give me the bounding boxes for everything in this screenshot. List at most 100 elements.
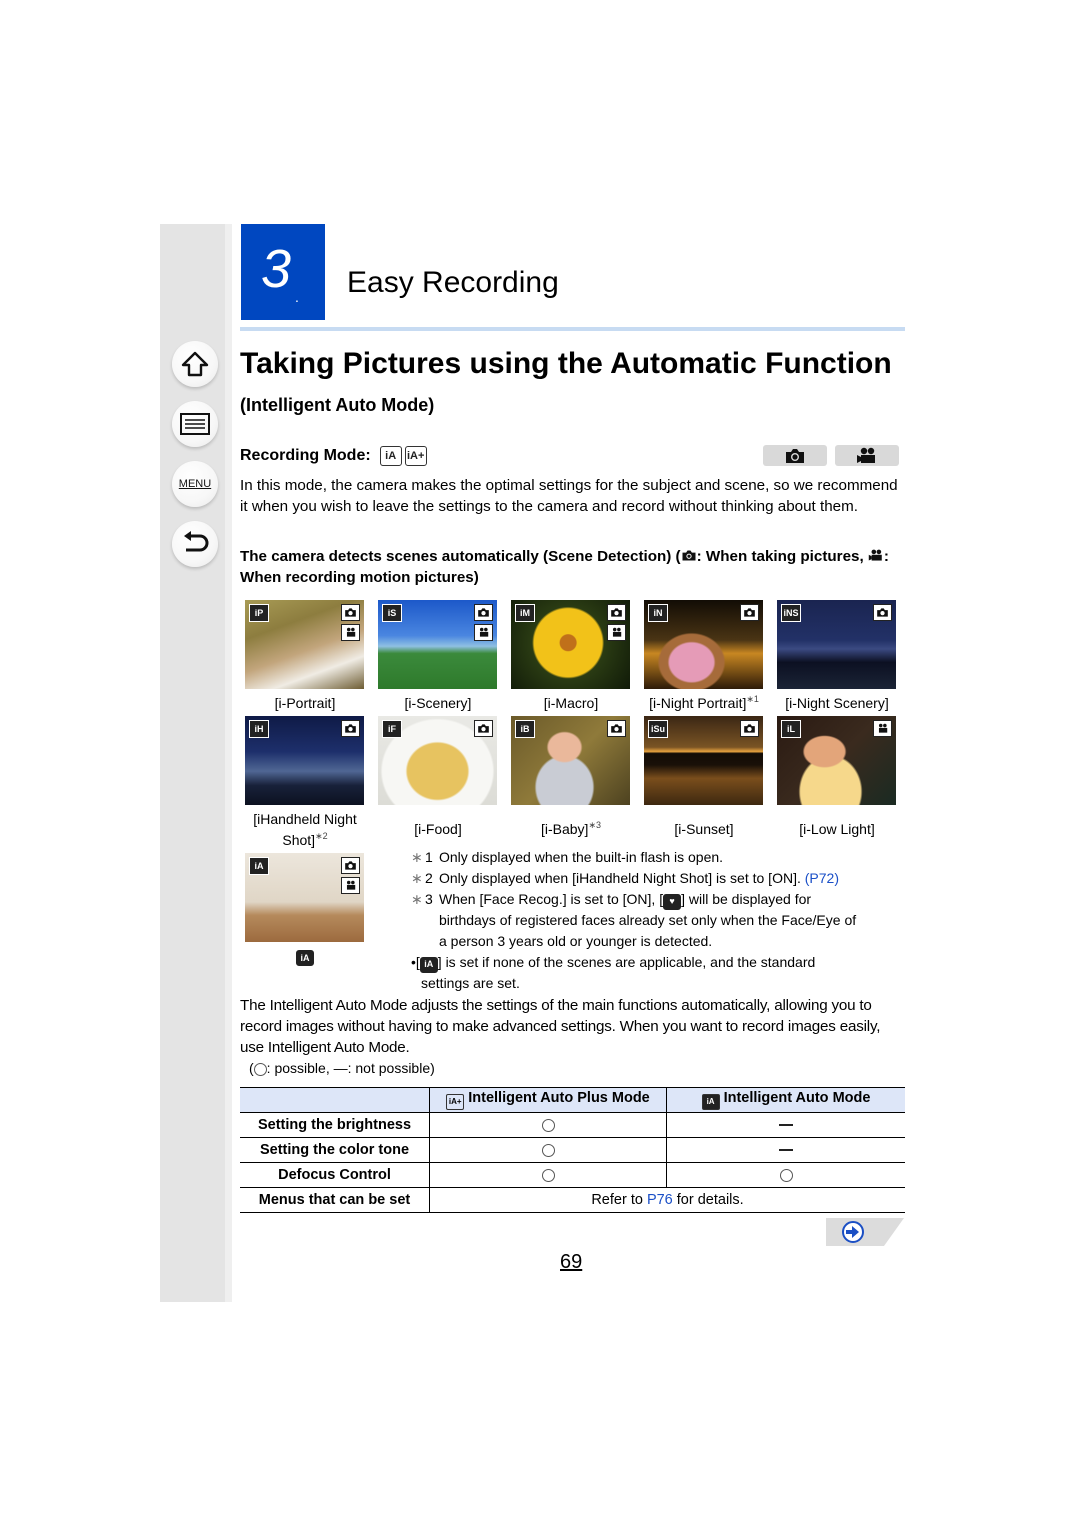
possible-circle-icon: [779, 1168, 793, 1182]
camera-icon: [474, 720, 493, 737]
possible-circle-icon: [253, 1062, 267, 1076]
note-text: a person 3 years old or younger is detec…: [439, 933, 713, 949]
not-possible-dash-icon: [779, 1124, 793, 1127]
camera-icon: [740, 604, 759, 621]
camera-icon: [873, 604, 892, 621]
cell-not-possible: [666, 1112, 905, 1138]
birthday-icon: ♥: [663, 893, 682, 910]
page-subtitle: (Intelligent Auto Mode): [240, 395, 435, 415]
table-row: Setting the brightness: [240, 1112, 905, 1138]
note-text: birthdays of registered faces already se…: [439, 912, 857, 928]
caption-text: [i-Night Portrait]: [649, 695, 747, 711]
camera-icon: [341, 604, 360, 621]
scene-portrait: iP [i-Portrait]: [245, 600, 365, 713]
table-header-auto: iA Intelligent Auto Mode: [666, 1087, 905, 1113]
back-button[interactable]: [172, 521, 218, 567]
page-number: 69: [560, 1251, 583, 1273]
chapter-number: 3: [261, 239, 292, 299]
page-link-p72[interactable]: (P72): [805, 870, 839, 886]
food-photo: iF: [378, 716, 497, 805]
movie-camera-icon: [341, 624, 360, 641]
scene-food: iF [i-Food]: [378, 716, 498, 839]
possible-circle-icon: [541, 1118, 555, 1132]
next-page-button[interactable]: [826, 1218, 906, 1246]
scene-caption: [i-Sunset]: [674, 821, 734, 837]
contents-button[interactable]: [172, 401, 218, 447]
not-possible-dash-icon: —: [333, 1060, 348, 1076]
scene-caption: [i-Night Scenery]: [785, 695, 889, 711]
intelligent-auto-plus-icon: iA+: [446, 1093, 465, 1110]
list-icon: [180, 413, 210, 435]
night-scenery-photo: iNS: [777, 600, 896, 689]
intro-paragraph: In this mode, the camera makes the optim…: [240, 477, 898, 515]
scene-intelligent-auto: iA iA: [245, 853, 365, 966]
sidebar: MENU: [160, 224, 232, 1302]
photo-mode-tab[interactable]: [763, 445, 827, 466]
footnotes: ∗ 1 Only displayed when the built-in flas…: [411, 847, 911, 994]
chapter-badge: 3 .: [241, 224, 325, 320]
scene-intelligent-auto-icon: iA: [249, 857, 269, 875]
next-page-tab: [826, 1218, 904, 1246]
movie-mode-tab[interactable]: [835, 445, 899, 466]
menu-label: MENU: [178, 478, 212, 490]
note-number: 1: [425, 849, 433, 865]
page-title: Taking Pictures using the Automatic Func…: [240, 347, 892, 380]
scene-night-portrait: iN [i-Night Portrait]∗1: [644, 600, 764, 713]
cell-possible: [429, 1112, 667, 1138]
scene-food-icon: iF: [382, 720, 402, 738]
intelligent-auto-plus-icon: iA+: [404, 446, 427, 466]
chapter-title: Easy Recording: [347, 266, 559, 299]
scene-caption: [i-Scenery]: [404, 695, 472, 711]
footnote-ref: ∗3: [588, 820, 601, 830]
table-header-empty: [240, 1087, 430, 1113]
mode-comparison-table: iA+ Intelligent Auto Plus Mode iA Intellig…: [240, 1087, 905, 1213]
note-number: 3: [425, 891, 433, 907]
cell-possible: [429, 1162, 667, 1188]
camera-icon: [341, 857, 360, 874]
movie-camera-icon: [873, 720, 892, 737]
night-portrait-photo: iN: [644, 600, 763, 689]
movie-camera-icon: [474, 624, 493, 641]
scene-low-light: iL [i-Low Light]: [777, 716, 897, 839]
scene-baby-icon: iB: [515, 720, 535, 738]
possible-circle-icon: [541, 1143, 555, 1157]
row-label: Defocus Control: [240, 1162, 430, 1188]
intelligent-auto-icon: iA: [701, 1093, 720, 1110]
note-text: ] is set if none of the scenes are appli…: [437, 954, 816, 970]
note-text: When [Face Recog.] is set to [ON], [: [439, 891, 664, 907]
baby-photo: iB: [511, 716, 630, 805]
home-button[interactable]: [172, 341, 218, 387]
chapter-divider: [240, 327, 905, 331]
scene-scenery: iS [i-Scenery]: [378, 600, 498, 713]
note-text: settings are set.: [421, 975, 520, 991]
footnote-3: ∗ 3 When [Face Recog.] is set to [ON], [♥…: [411, 889, 911, 910]
page-link-p76[interactable]: P76: [647, 1192, 673, 1208]
scenery-photo: iS: [378, 600, 497, 689]
home-icon: [181, 351, 209, 377]
legend-text: (: [249, 1060, 254, 1076]
recording-mode-label: Recording Mode:: [240, 447, 371, 464]
scene-caption: [i-Portrait]: [274, 695, 336, 711]
intelligent-auto-icon: iA: [419, 956, 438, 973]
movie-camera-icon: [341, 877, 360, 894]
scene-detection-heading: The camera detects scenes automatically …: [240, 546, 905, 588]
scene-night-scenery: iNS [i-Night Scenery]: [777, 600, 897, 713]
mode-tabs: [763, 445, 899, 466]
camera-icon: [682, 550, 696, 561]
note-text: Only displayed when the built-in flash i…: [439, 849, 724, 865]
possible-circle-icon: [541, 1168, 555, 1182]
note-number: 2: [425, 870, 433, 886]
scene-low-light-icon: iL: [781, 720, 801, 738]
camera-icon: [786, 448, 804, 463]
handheld-night-photo: iH: [245, 716, 364, 805]
scene-night-portrait-icon: iN: [648, 604, 668, 622]
note-mark: ∗: [411, 870, 423, 886]
menu-button[interactable]: MENU: [172, 461, 218, 507]
movie-camera-icon: [868, 549, 882, 561]
movie-camera-icon: [607, 624, 626, 641]
scene-handheld-night-icon: iH: [249, 720, 269, 738]
sunset-photo: iSu: [644, 716, 763, 805]
legend-text: : possible,: [266, 1060, 334, 1076]
low-light-photo: iL: [777, 716, 896, 805]
intelligent-auto-icon: iA: [379, 446, 402, 466]
